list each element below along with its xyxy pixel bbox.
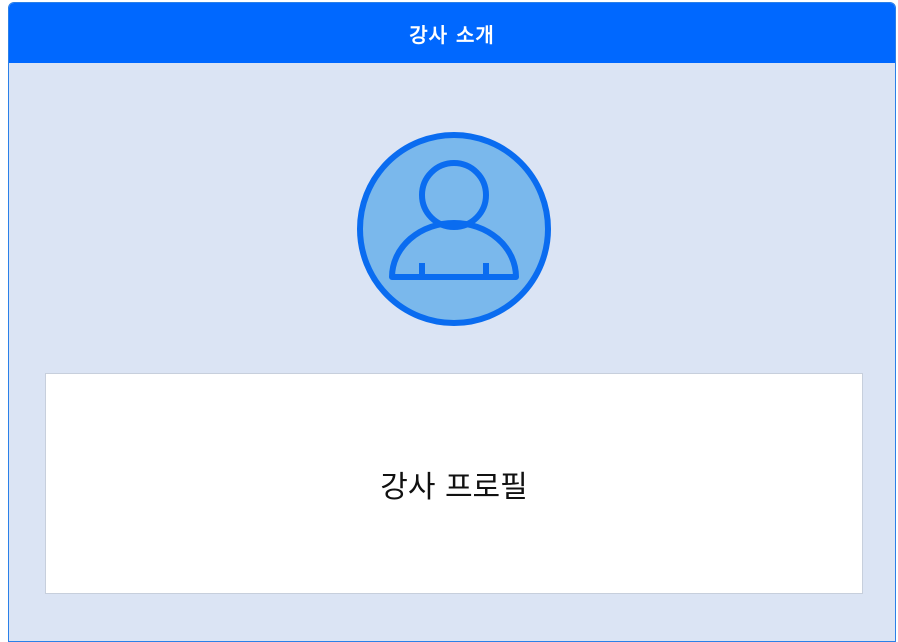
panel-title: 강사 소개 [409, 22, 495, 47]
profile-text: 강사 프로필 [380, 469, 528, 505]
instructor-profile-box: 강사 프로필 [45, 373, 863, 594]
instructor-intro-panel: 강사 소개 강사 프로필 [8, 2, 896, 642]
user-avatar-icon [356, 131, 552, 327]
panel-header: 강사 소개 [9, 3, 895, 63]
